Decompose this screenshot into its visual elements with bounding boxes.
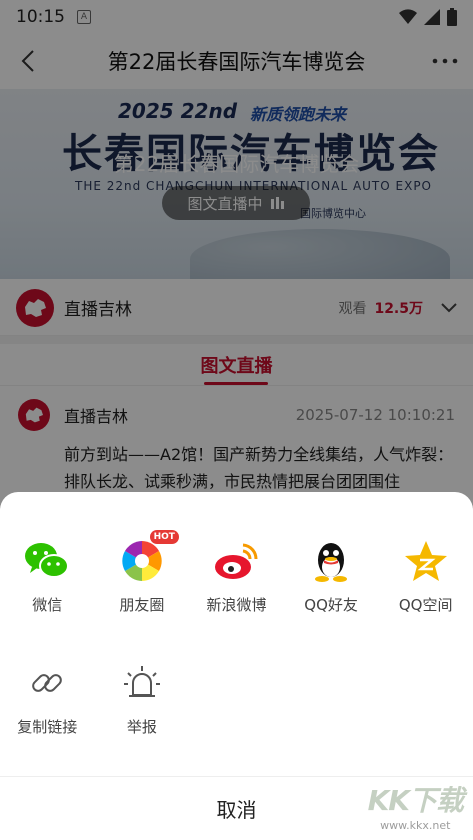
- wechat-icon: [22, 536, 72, 586]
- hot-badge: HOT: [149, 530, 179, 544]
- share-weibo[interactable]: 新浪微博: [189, 536, 284, 615]
- watermark-logo: KK下载: [367, 784, 464, 817]
- share-label: 朋友圈: [119, 596, 165, 614]
- qq-icon: [306, 536, 356, 586]
- share-label: 微信: [32, 596, 63, 614]
- share-label: QQ空间: [398, 596, 453, 614]
- share-label: 新浪微博: [206, 596, 267, 614]
- watermark-url: www.kkx.net: [380, 819, 451, 832]
- qzone-icon: [401, 536, 451, 586]
- report-button[interactable]: 举报: [95, 658, 190, 737]
- share-moments[interactable]: HOT 朋友圈: [95, 530, 190, 615]
- watermark: KK下载 www.kkx.net: [367, 779, 464, 832]
- share-row-secondary: 复制链接 举报: [0, 658, 473, 737]
- share-qzone[interactable]: QQ空间: [378, 536, 473, 615]
- share-row-primary: 微信 HOT 朋友圈 新浪微博 QQ好友 QQ空间: [0, 530, 473, 615]
- share-label: 复制链接: [17, 718, 78, 736]
- copy-link-button[interactable]: 复制链接: [0, 658, 95, 737]
- link-icon: [22, 658, 72, 708]
- share-wechat[interactable]: 微信: [0, 536, 95, 615]
- share-label: 举报: [126, 718, 157, 736]
- report-icon: [117, 658, 167, 708]
- moments-icon: HOT: [117, 530, 179, 586]
- weibo-icon: [211, 536, 261, 586]
- share-label: QQ好友: [304, 596, 358, 614]
- share-qq[interactable]: QQ好友: [284, 536, 379, 615]
